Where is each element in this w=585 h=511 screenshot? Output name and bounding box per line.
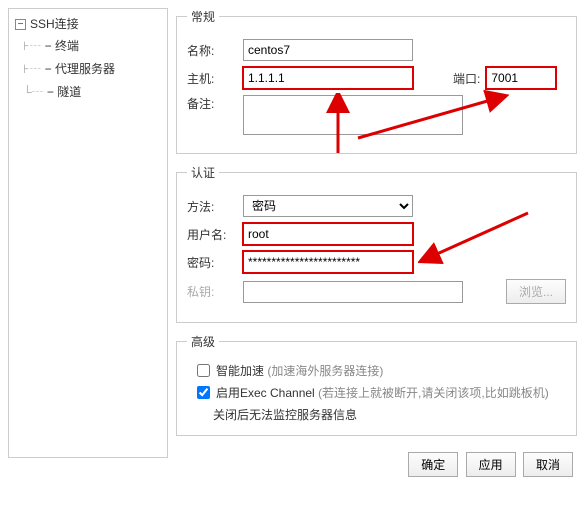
ok-button[interactable]: 确定 <box>408 452 458 477</box>
dialog-buttons: 确定 应用 取消 <box>176 446 577 477</box>
accel-checkbox[interactable] <box>197 364 210 377</box>
tree-item-terminal[interactable]: ⊦┄ − 终端 <box>21 34 165 57</box>
group-auth-legend: 认证 <box>187 164 219 181</box>
tree-root-ssh[interactable]: −SSH连接 <box>11 13 165 34</box>
tree-item-label: 代理服务器 <box>55 62 115 76</box>
exec-checkbox[interactable] <box>197 386 210 399</box>
cancel-button[interactable]: 取消 <box>523 452 573 477</box>
browse-button: 浏览... <box>506 279 566 304</box>
exec-note: (若连接上就被断开,请关闭该项,比如跳板机) <box>318 386 549 400</box>
group-general-legend: 常规 <box>187 8 219 25</box>
name-input[interactable] <box>243 39 413 61</box>
remark-input[interactable] <box>243 95 463 135</box>
group-advanced: 高级 智能加速 (加速海外服务器连接) 启用Exec Channel (若连接上… <box>176 333 577 436</box>
accel-note: (加速海外服务器连接) <box>267 364 383 378</box>
method-label: 方法: <box>187 198 243 215</box>
name-label: 名称: <box>187 42 243 59</box>
tree-root-label: SSH连接 <box>30 17 79 31</box>
user-label: 用户名: <box>187 226 243 243</box>
tree-item-label: 终端 <box>55 39 79 53</box>
tree-item-label: 隧道 <box>57 85 81 99</box>
exec-subnote: 关闭后无法监控服务器信息 <box>187 406 566 423</box>
group-advanced-legend: 高级 <box>187 333 219 350</box>
pk-label: 私钥: <box>187 283 243 300</box>
accel-label: 智能加速 <box>216 364 267 378</box>
port-input[interactable] <box>486 67 556 89</box>
method-select[interactable]: 密码 <box>243 195 413 217</box>
pass-input[interactable] <box>243 251 413 273</box>
user-input[interactable] <box>243 223 413 245</box>
apply-button[interactable]: 应用 <box>466 452 516 477</box>
port-label: 端口: <box>453 70 480 87</box>
nav-tree: −SSH连接 ⊦┄ − 终端 ⊦┄ − 代理服务器 └┄ − 隧道 <box>8 8 168 458</box>
group-auth: 认证 方法: 密码 用户名: 密码: 私钥: 浏览... <box>176 164 577 323</box>
pass-label: 密码: <box>187 254 243 271</box>
host-input[interactable] <box>243 67 413 89</box>
exec-label: 启用Exec Channel <box>216 386 318 400</box>
pk-input <box>243 281 463 303</box>
collapse-icon[interactable]: − <box>15 19 26 30</box>
remark-label: 备注: <box>187 95 243 112</box>
tree-item-tunnel[interactable]: └┄ − 隧道 <box>21 80 165 103</box>
group-general: 常规 名称: 主机: 端口: 备注: <box>176 8 577 154</box>
tree-item-proxy[interactable]: ⊦┄ − 代理服务器 <box>21 57 165 80</box>
host-label: 主机: <box>187 70 243 87</box>
